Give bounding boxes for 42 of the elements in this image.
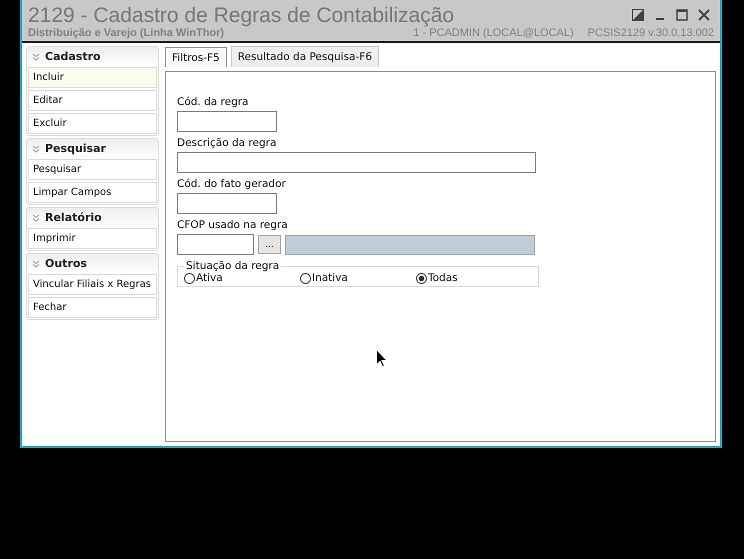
- group-title: Outros: [45, 257, 87, 270]
- maximize-icon[interactable]: [676, 9, 688, 21]
- radio-label[interactable]: Todas: [428, 272, 458, 284]
- version-info: PCSIS2129 v.30.0.13.002: [588, 27, 714, 39]
- tab[interactable]: Filtros-F5: [165, 47, 227, 67]
- sidebar-item[interactable]: Pesquisar: [28, 159, 157, 180]
- group-title: Relatório: [45, 211, 102, 224]
- input-field[interactable]: [177, 152, 536, 173]
- user-info: 1 - PCADMIN (LOCAL@LOCAL): [413, 27, 574, 39]
- chevron-icon[interactable]: [32, 214, 40, 222]
- sidebar-item[interactable]: Imprimir: [28, 228, 157, 249]
- group-title: Pesquisar: [45, 142, 106, 155]
- input-field[interactable]: [177, 193, 277, 214]
- field-label: Descrição da regra: [177, 137, 278, 149]
- sidebar-item[interactable]: Incluir: [28, 67, 157, 88]
- chevron-icon[interactable]: [32, 52, 40, 60]
- pointer-icon: [376, 349, 388, 368]
- sidebar-item[interactable]: Editar: [28, 90, 157, 111]
- sidebar-item[interactable]: Excluir: [28, 113, 157, 134]
- radio-button[interactable]: [416, 272, 427, 284]
- field-label: Cód. da regra: [177, 96, 250, 108]
- radio-label[interactable]: Ativa: [196, 272, 223, 284]
- sidebar-item[interactable]: Fechar: [28, 297, 157, 318]
- group-label: Situação da regra: [185, 260, 280, 272]
- group-title: Cadastro: [45, 50, 101, 63]
- browse-button[interactable]: ...: [258, 235, 281, 254]
- close-icon[interactable]: [698, 9, 710, 21]
- window-subtitle: Distribuição e Varejo (Linha WinThor): [28, 27, 226, 39]
- radio-button[interactable]: [300, 272, 311, 284]
- input-field[interactable]: [177, 234, 254, 255]
- window-title: 2129 - Cadastro de Regras de Contabilização: [28, 4, 454, 28]
- chevron-icon[interactable]: [32, 144, 40, 152]
- radio-button[interactable]: [184, 272, 195, 284]
- field-label: Cód. do fato gerador: [177, 178, 287, 190]
- chevron-icon[interactable]: [32, 260, 40, 268]
- sidebar-item[interactable]: Vincular Filiais x Regras: [28, 274, 157, 295]
- input-field[interactable]: [177, 111, 277, 132]
- radio-label[interactable]: Inativa: [312, 272, 348, 284]
- field-label: CFOP usado na regra: [177, 219, 289, 231]
- tab[interactable]: Resultado da Pesquisa-F6: [230, 46, 379, 67]
- sidebar-item[interactable]: Limpar Campos: [28, 182, 157, 203]
- restore-icon[interactable]: [632, 9, 644, 21]
